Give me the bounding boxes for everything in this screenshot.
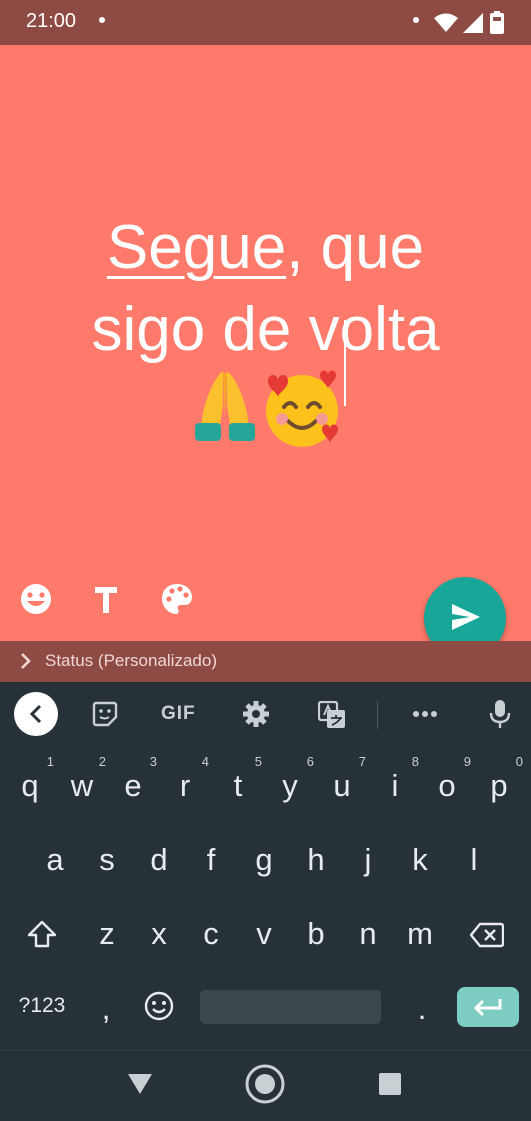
keyboard-emoji-icon[interactable] — [143, 990, 175, 1022]
palette-icon[interactable] — [157, 579, 197, 619]
key-j[interactable]: j — [342, 842, 394, 878]
toolbar-divider — [377, 701, 378, 729]
text-style-icon[interactable] — [86, 579, 126, 619]
key-number-hint: 5 — [254, 754, 262, 769]
key-label: r — [179, 768, 191, 803]
symbols-key[interactable]: ?123 — [12, 994, 72, 1018]
backspace-icon[interactable] — [470, 922, 504, 948]
key-label: e — [124, 768, 142, 803]
nav-recents-icon[interactable] — [379, 1073, 401, 1095]
status-audience-bar[interactable]: Status (Personalizado) — [0, 641, 531, 682]
key-b[interactable]: b — [290, 916, 342, 952]
enter-key[interactable] — [457, 987, 519, 1027]
key-number-hint: 8 — [411, 754, 419, 769]
status-text[interactable]: Segue, que sigo de volta — [0, 207, 531, 371]
clock: 21:00 — [26, 10, 77, 32]
status-editor-canvas[interactable]: Segue, que sigo de volta — [0, 45, 531, 641]
key-number-hint: 4 — [201, 754, 209, 769]
cell-signal-icon — [463, 13, 483, 33]
key-number-hint: 0 — [515, 754, 523, 769]
key-number-hint: 7 — [358, 754, 366, 769]
key-c[interactable]: c — [185, 916, 237, 952]
key-o[interactable]: 9o — [421, 754, 473, 804]
key-e[interactable]: 3e — [107, 754, 159, 804]
key-number-hint: 3 — [149, 754, 157, 769]
key-d[interactable]: d — [133, 842, 185, 878]
key-p[interactable]: 0p — [473, 754, 525, 804]
key-k[interactable]: k — [394, 842, 446, 878]
key-m[interactable]: m — [394, 916, 446, 952]
gif-button[interactable]: GIF — [161, 703, 196, 725]
key-t[interactable]: 5t — [212, 754, 264, 804]
mic-icon[interactable] — [489, 699, 511, 729]
nav-home-icon[interactable] — [244, 1063, 286, 1105]
key-number-hint: 9 — [463, 754, 471, 769]
space-bar[interactable] — [200, 990, 381, 1024]
key-label: u — [333, 768, 351, 803]
nav-back-icon[interactable] — [127, 1073, 153, 1095]
key-q[interactable]: 1q — [4, 754, 56, 804]
sticker-icon[interactable] — [92, 701, 118, 727]
key-label: q — [21, 768, 39, 803]
notification-dot-icon — [413, 17, 419, 23]
status-text-line1: Segue, que — [0, 207, 531, 289]
status-emoji-row — [0, 365, 531, 449]
folded-hands-emoji — [195, 371, 255, 441]
send-icon — [452, 604, 480, 630]
key-comma[interactable]: , — [80, 991, 132, 1027]
key-label: i — [391, 768, 399, 803]
text-cursor — [344, 320, 346, 406]
settings-icon[interactable] — [242, 700, 270, 728]
status-audience-label: Status (Personalizado) — [45, 651, 217, 670]
shift-icon[interactable] — [27, 920, 57, 948]
key-v[interactable]: v — [238, 916, 290, 952]
more-icon[interactable] — [412, 710, 438, 718]
key-x[interactable]: x — [133, 916, 185, 952]
wifi-icon — [434, 13, 458, 32]
battery-icon — [490, 11, 504, 34]
key-label: t — [233, 768, 243, 803]
key-period[interactable]: . — [396, 991, 448, 1027]
key-number-hint: 1 — [46, 754, 54, 769]
key-g[interactable]: g — [238, 842, 290, 878]
notification-dot-icon — [99, 17, 105, 23]
key-z[interactable]: z — [81, 916, 133, 952]
key-label: w — [70, 768, 94, 803]
key-y[interactable]: 6y — [264, 754, 316, 804]
key-u[interactable]: 7u — [316, 754, 368, 804]
key-f[interactable]: f — [185, 842, 237, 878]
key-w[interactable]: 2w — [56, 754, 108, 804]
smiling-face-with-hearts-emoji — [266, 370, 338, 447]
emoji-icon[interactable] — [16, 579, 56, 619]
translate-icon[interactable] — [318, 701, 346, 729]
back-icon — [29, 704, 42, 724]
key-a[interactable]: a — [29, 842, 81, 878]
key-number-hint: 2 — [98, 754, 106, 769]
status-text-line1-rest: , que — [286, 213, 425, 282]
key-label: y — [282, 768, 298, 803]
status-text-line2: sigo de volta — [91, 295, 440, 364]
key-s[interactable]: s — [81, 842, 133, 878]
key-i[interactable]: 8i — [369, 754, 421, 804]
key-label: o — [438, 768, 456, 803]
status-text-underlined-word: Segue — [106, 213, 287, 282]
key-r[interactable]: 4r — [159, 754, 211, 804]
key-label: p — [490, 768, 508, 803]
key-h[interactable]: h — [290, 842, 342, 878]
key-number-hint: 6 — [306, 754, 314, 769]
enter-icon — [473, 999, 502, 1017]
keyboard-back-button[interactable] — [14, 692, 58, 736]
system-status-bar: 21:00 — [0, 0, 531, 45]
key-n[interactable]: n — [342, 916, 394, 952]
chevron-right-icon — [21, 653, 31, 669]
key-l[interactable]: l — [448, 842, 500, 878]
